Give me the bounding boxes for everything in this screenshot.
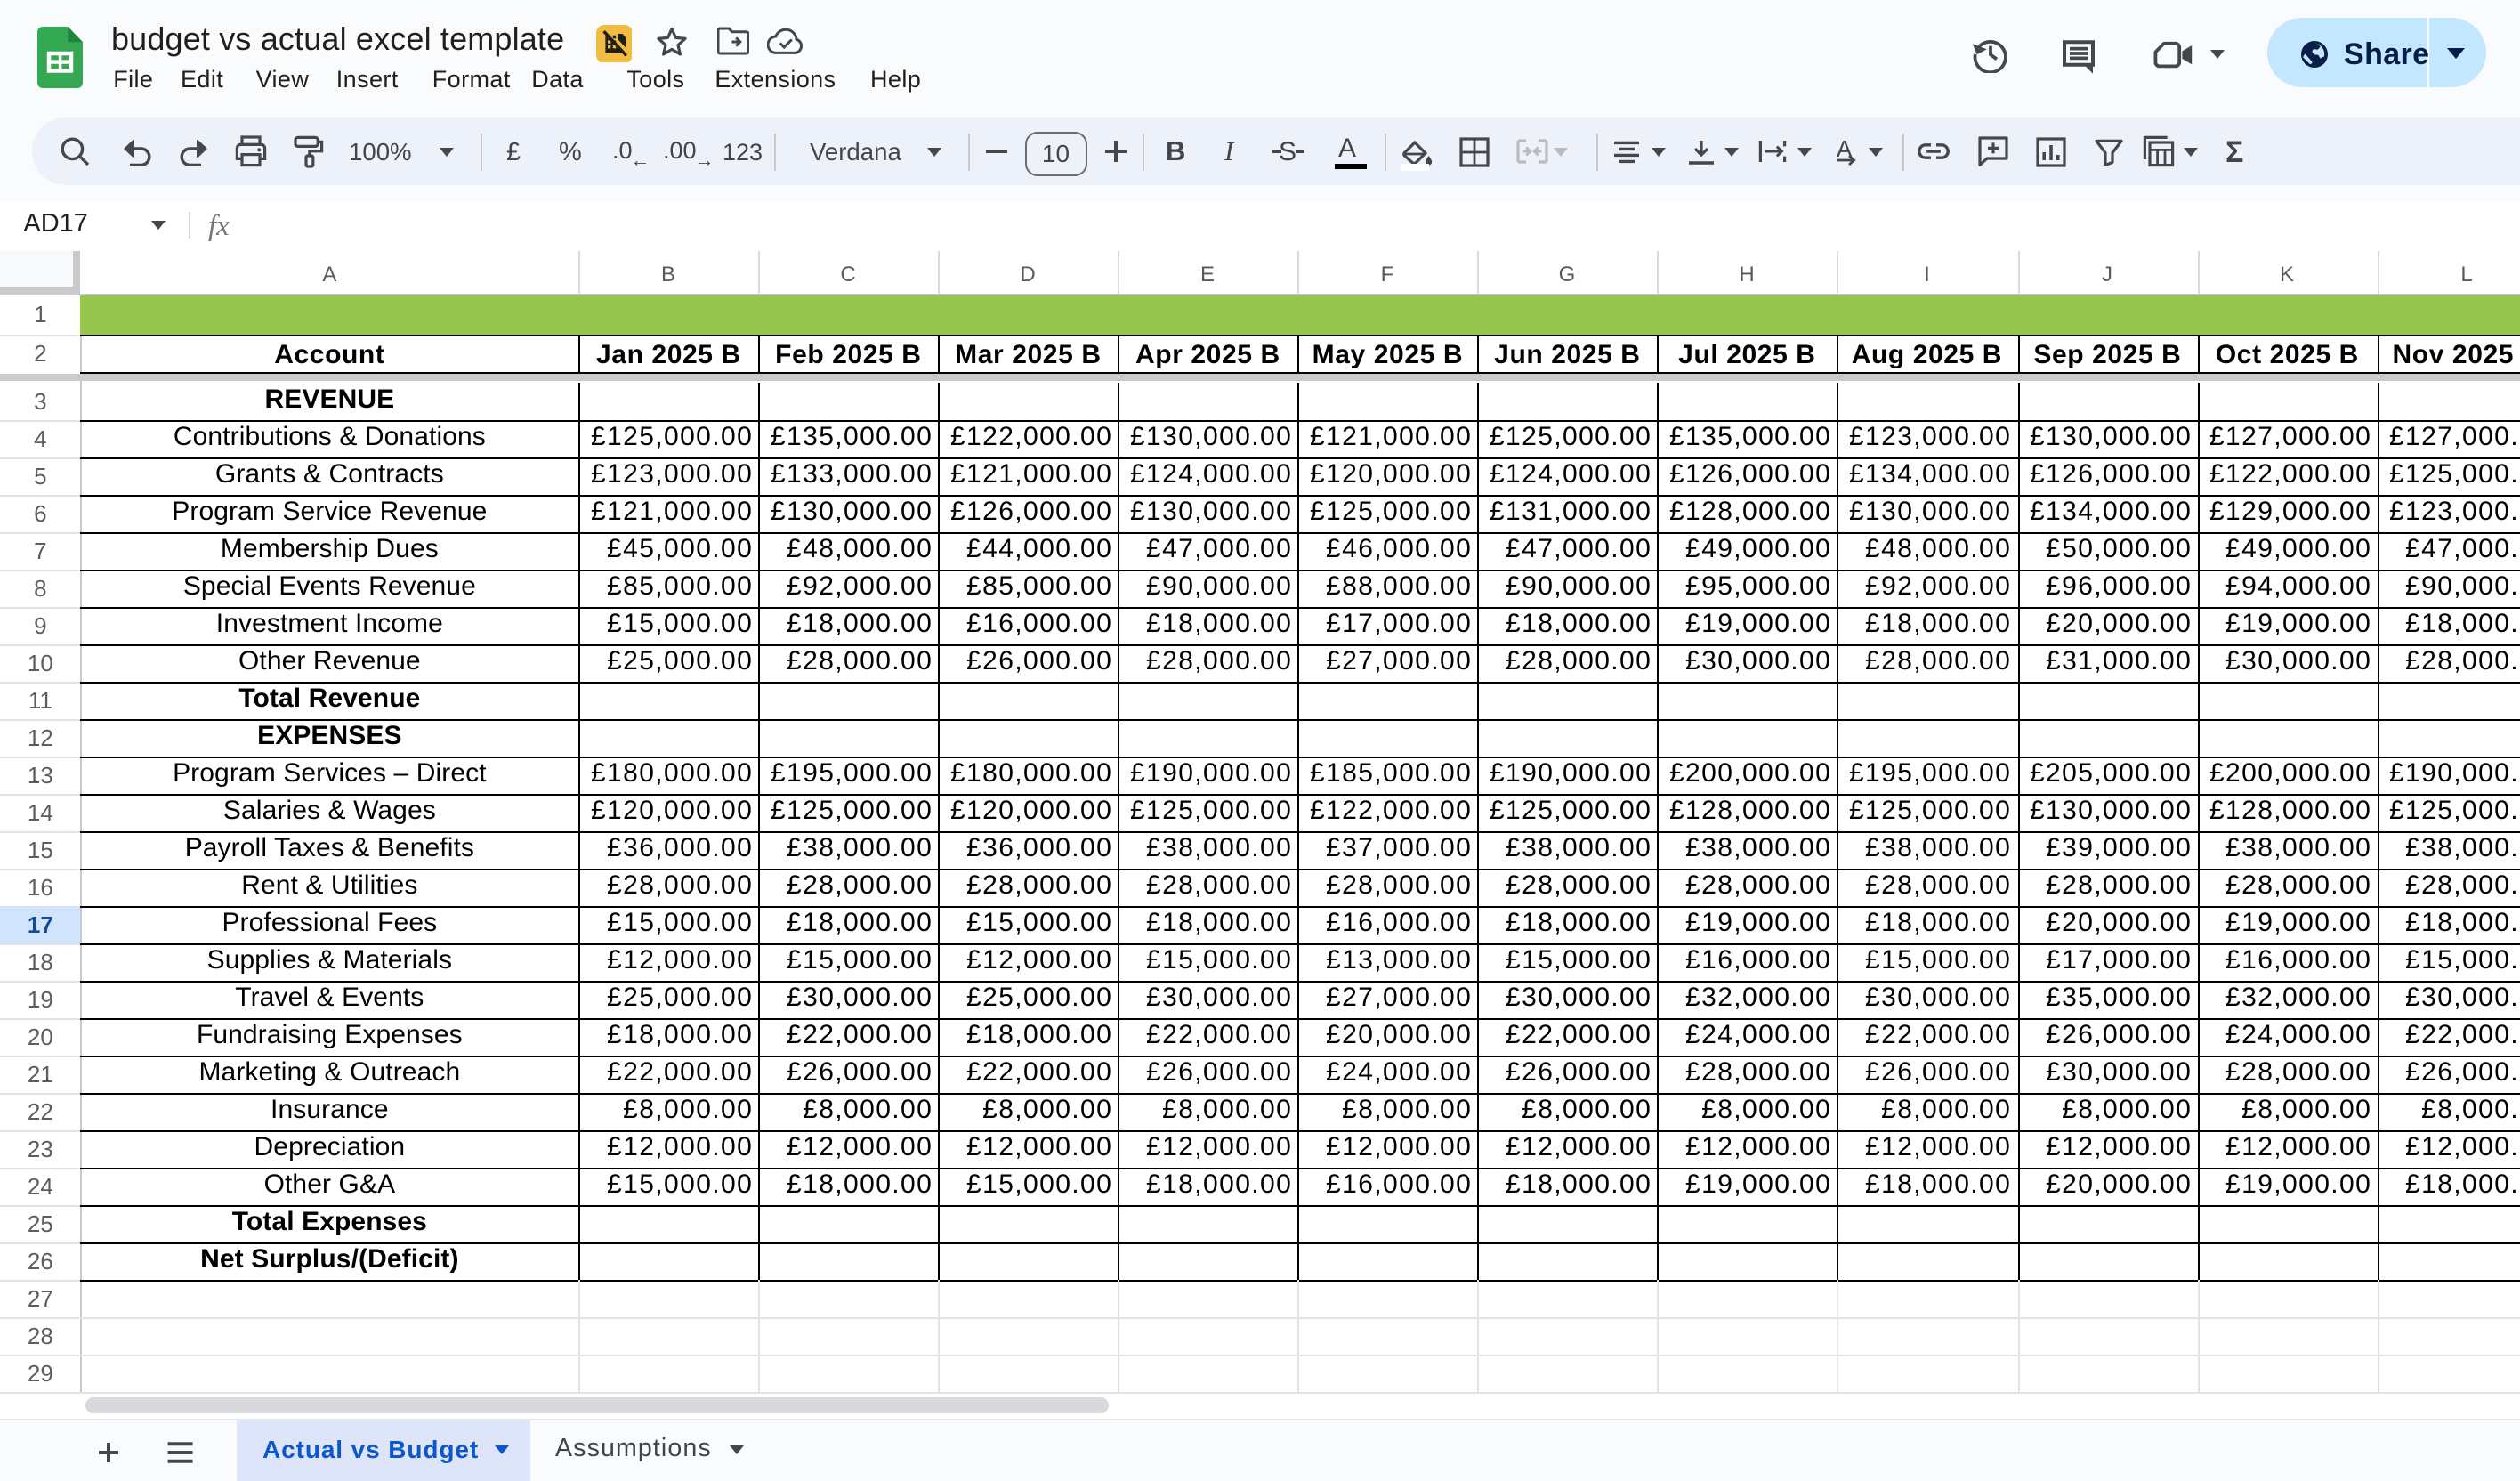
svg-text:A: A [1837,138,1853,161]
